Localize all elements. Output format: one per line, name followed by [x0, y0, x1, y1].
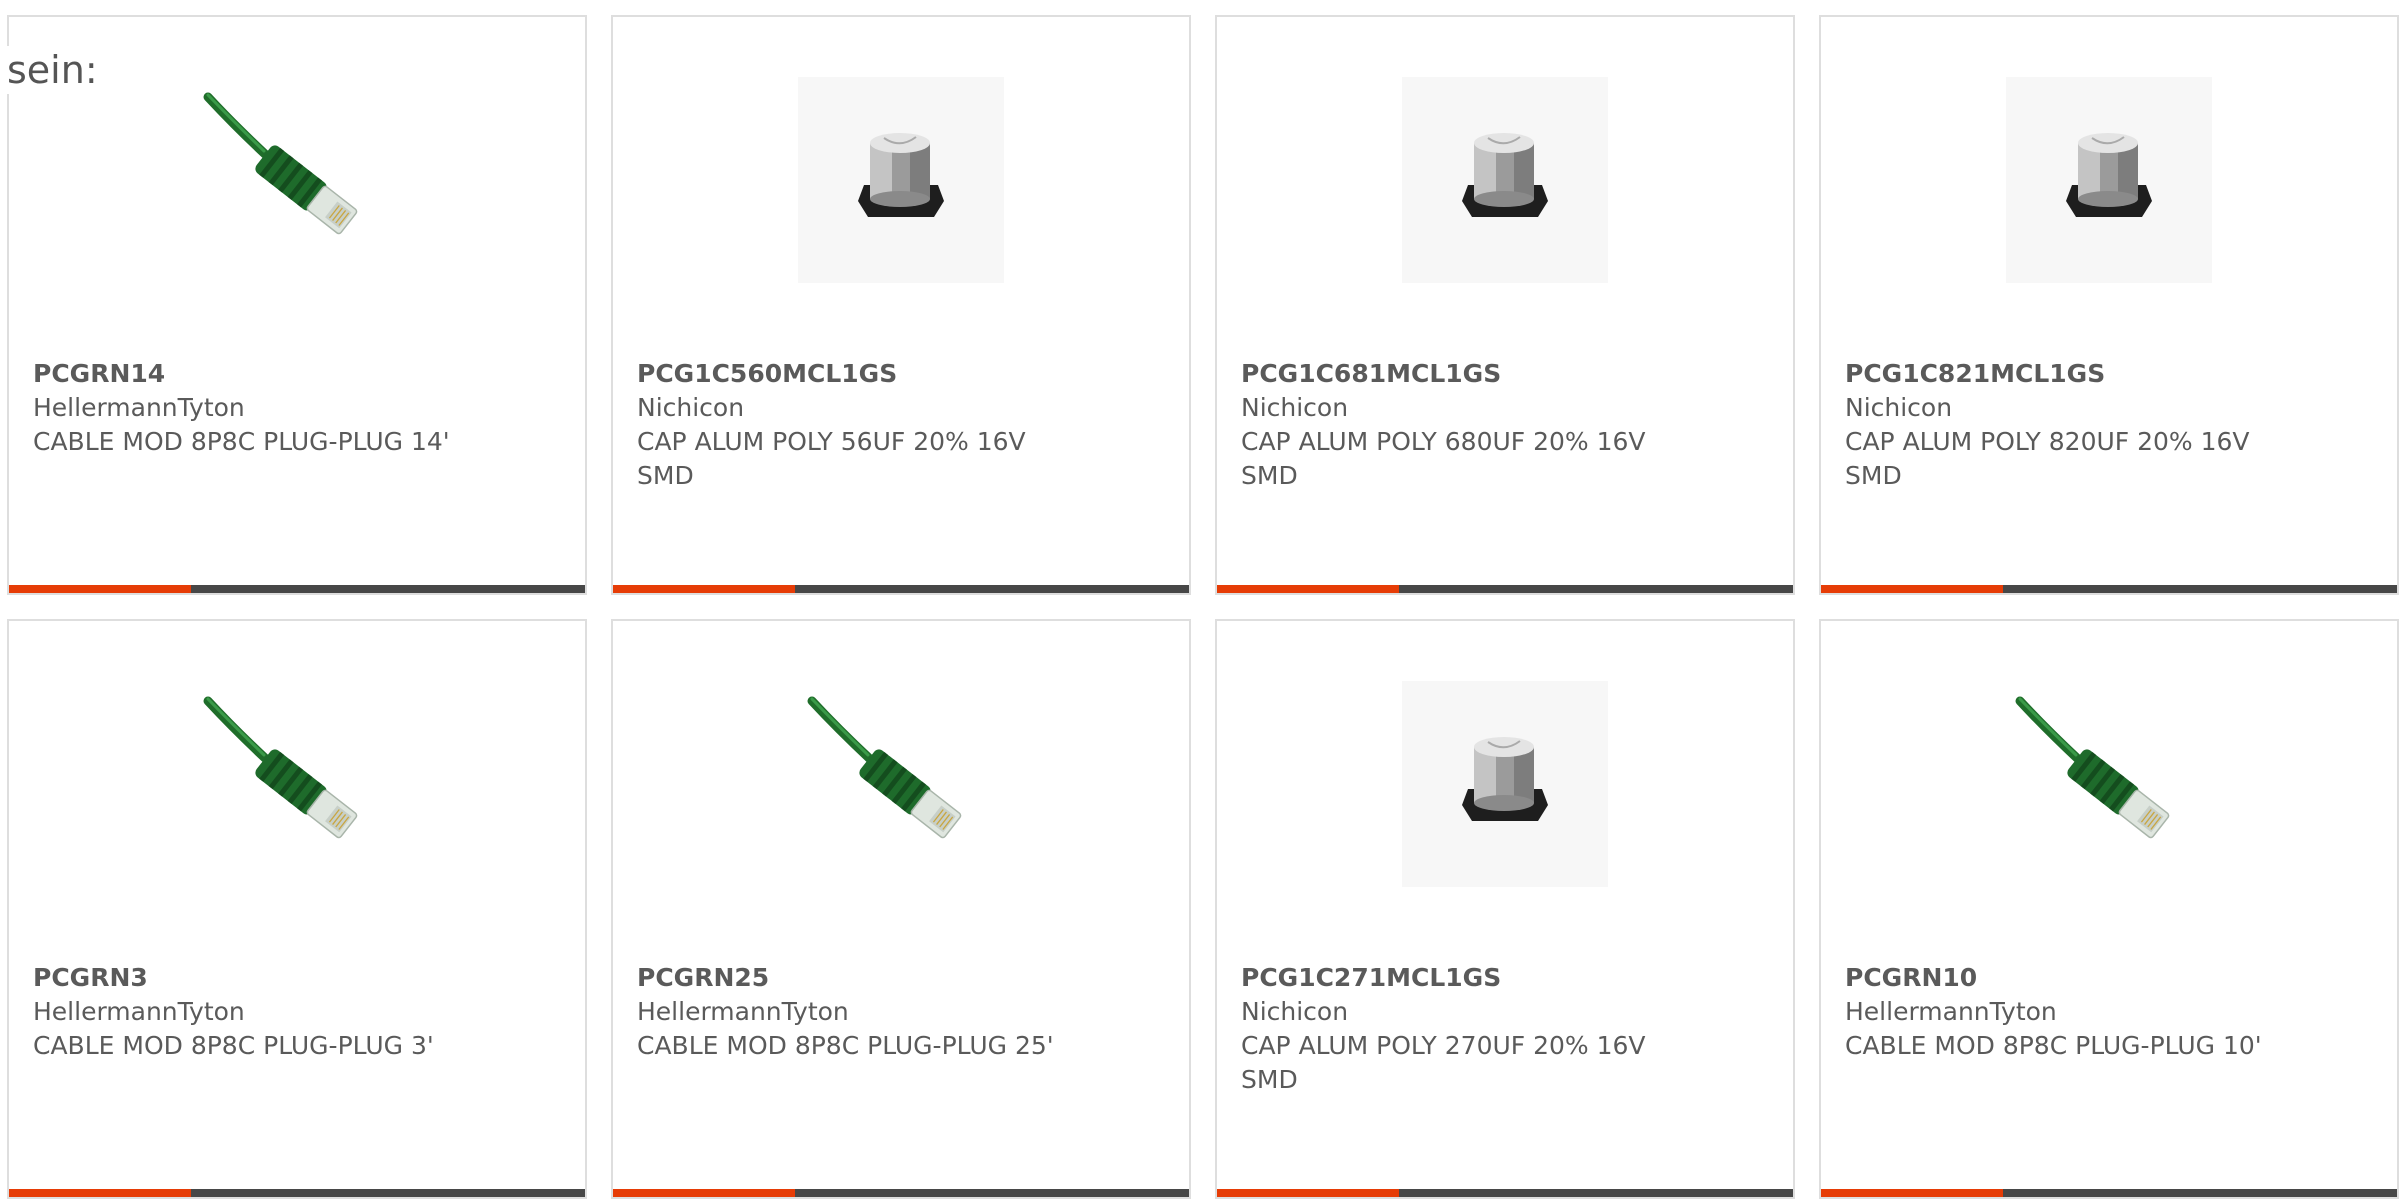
- product-card[interactable]: PCGRN3 HellermannTyton CABLE MOD 8P8C PL…: [7, 619, 587, 1199]
- product-description: CABLE MOD 8P8C PLUG-PLUG 10': [1845, 1031, 2262, 1060]
- part-number[interactable]: PCGRN25: [637, 961, 1089, 995]
- part-number[interactable]: PCGRN3: [33, 961, 485, 995]
- product-info: PCGRN25 HellermannTyton CABLE MOD 8P8C P…: [637, 961, 1089, 1063]
- product-image[interactable]: [1402, 77, 1608, 283]
- part-number[interactable]: PCGRN10: [1845, 961, 2297, 995]
- product-card[interactable]: PCGRN14 HellermannTyton CABLE MOD 8P8C P…: [7, 15, 587, 595]
- part-number[interactable]: PCGRN14: [33, 357, 485, 391]
- intro-text: sein:: [7, 46, 104, 94]
- card-accent-bar: [1821, 585, 2397, 593]
- card-accent-bar: [9, 1189, 585, 1197]
- part-number[interactable]: PCG1C821MCL1GS: [1845, 357, 2297, 391]
- manufacturer: Nichicon: [1241, 997, 1349, 1026]
- manufacturer: Nichicon: [1241, 393, 1349, 422]
- card-accent-bar: [613, 585, 1189, 593]
- card-accent-bar: [1821, 1189, 2397, 1197]
- product-card[interactable]: PCG1C681MCL1GS Nichicon CAP ALUM POLY 68…: [1215, 15, 1795, 595]
- product-image[interactable]: [194, 77, 400, 283]
- product-description: CAP ALUM POLY 820UF 20% 16V SMD: [1845, 427, 2250, 490]
- ethernet-cable-image: [2015, 696, 2170, 839]
- manufacturer: Nichicon: [637, 393, 745, 422]
- card-accent-bar: [9, 585, 585, 593]
- card-accent-bar: [1217, 1189, 1793, 1197]
- manufacturer: HellermannTyton: [33, 997, 245, 1026]
- product-info: PCG1C821MCL1GS Nichicon CAP ALUM POLY 82…: [1845, 357, 2297, 493]
- product-image[interactable]: [1402, 681, 1608, 887]
- product-description: CABLE MOD 8P8C PLUG-PLUG 14': [33, 427, 450, 456]
- capacitor-image: [2006, 77, 2212, 283]
- capacitor-image: [1402, 77, 1608, 283]
- manufacturer: HellermannTyton: [33, 393, 245, 422]
- manufacturer: Nichicon: [1845, 393, 1953, 422]
- product-info: PCGRN3 HellermannTyton CABLE MOD 8P8C PL…: [33, 961, 485, 1063]
- manufacturer: HellermannTyton: [1845, 997, 2057, 1026]
- product-info: PCG1C271MCL1GS Nichicon CAP ALUM POLY 27…: [1241, 961, 1693, 1097]
- product-card[interactable]: PCG1C271MCL1GS Nichicon CAP ALUM POLY 27…: [1215, 619, 1795, 1199]
- product-description: CAP ALUM POLY 56UF 20% 16V SMD: [637, 427, 1026, 490]
- card-accent-bar: [613, 1189, 1189, 1197]
- product-description: CAP ALUM POLY 270UF 20% 16V SMD: [1241, 1031, 1646, 1094]
- product-description: CAP ALUM POLY 680UF 20% 16V SMD: [1241, 427, 1646, 490]
- product-info: PCGRN14 HellermannTyton CABLE MOD 8P8C P…: [33, 357, 485, 459]
- part-number[interactable]: PCG1C271MCL1GS: [1241, 961, 1693, 995]
- product-card[interactable]: PCG1C821MCL1GS Nichicon CAP ALUM POLY 82…: [1819, 15, 2399, 595]
- product-info: PCG1C681MCL1GS Nichicon CAP ALUM POLY 68…: [1241, 357, 1693, 493]
- product-image[interactable]: [2006, 77, 2212, 283]
- product-image[interactable]: [798, 77, 1004, 283]
- product-image[interactable]: [194, 681, 400, 887]
- product-info: PCG1C560MCL1GS Nichicon CAP ALUM POLY 56…: [637, 357, 1089, 493]
- product-description: CABLE MOD 8P8C PLUG-PLUG 25': [637, 1031, 1054, 1060]
- ethernet-cable-image: [807, 696, 962, 839]
- part-number[interactable]: PCG1C681MCL1GS: [1241, 357, 1693, 391]
- card-accent-bar: [1217, 585, 1793, 593]
- product-description: CABLE MOD 8P8C PLUG-PLUG 3': [33, 1031, 434, 1060]
- product-grid: PCGRN14 HellermannTyton CABLE MOD 8P8C P…: [7, 15, 2399, 1199]
- product-info: PCGRN10 HellermannTyton CABLE MOD 8P8C P…: [1845, 961, 2297, 1063]
- capacitor-image: [1402, 681, 1608, 887]
- ethernet-cable-image: [203, 92, 358, 235]
- product-image[interactable]: [2006, 681, 2212, 887]
- product-card[interactable]: PCGRN25 HellermannTyton CABLE MOD 8P8C P…: [611, 619, 1191, 1199]
- ethernet-cable-image: [203, 696, 358, 839]
- manufacturer: HellermannTyton: [637, 997, 849, 1026]
- product-card[interactable]: PCGRN10 HellermannTyton CABLE MOD 8P8C P…: [1819, 619, 2399, 1199]
- product-card[interactable]: PCG1C560MCL1GS Nichicon CAP ALUM POLY 56…: [611, 15, 1191, 595]
- product-image[interactable]: [798, 681, 1004, 887]
- part-number[interactable]: PCG1C560MCL1GS: [637, 357, 1089, 391]
- capacitor-image: [798, 77, 1004, 283]
